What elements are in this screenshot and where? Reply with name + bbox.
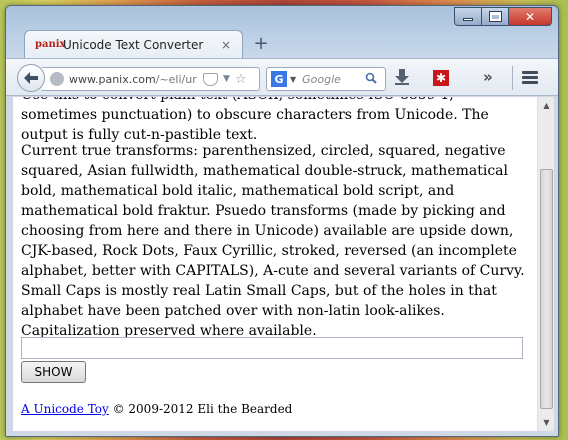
transforms-paragraph: Current true transforms: parenthensized,… [21,143,525,339]
unicode-toy-link[interactable]: A Unicode Toy [21,402,109,416]
hamburger-menu-icon[interactable] [522,71,538,85]
window-controls: ✕ [454,7,552,26]
scroll-down-icon[interactable]: ▼ [538,414,555,431]
google-engine-icon[interactable]: G [271,71,287,87]
close-window-button[interactable]: ✕ [508,7,552,26]
engine-dropdown-icon[interactable]: ▼ [290,75,296,84]
browser-window: ✕ panix Unicode Text Converter × + www.p… [5,5,559,437]
magnifier-icon[interactable] [365,72,381,87]
overflow-chevron-icon[interactable]: » [483,68,493,86]
extension-icon[interactable]: ✱ [433,70,449,86]
minimize-button[interactable] [454,7,482,26]
navigation-toolbar: www.panix.com/~eli/ur ▼ ☆ G ▼ Google ✱ » [6,58,558,96]
footer-copyright: © 2009-2012 Eli the Bearded [108,402,293,416]
back-button[interactable] [17,64,45,92]
tab-title: Unicode Text Converter [63,37,204,52]
maximize-button[interactable] [481,7,509,26]
footer: A Unicode Toy © 2009-2012 Eli the Bearde… [21,399,292,419]
title-bar: ✕ panix Unicode Text Converter × + [6,6,558,58]
url-host: www.panix.com [69,72,156,86]
tab-unicode-text-converter[interactable]: panix Unicode Text Converter × [24,30,243,58]
page-content: Use this to convert plain text (ASCII, s… [13,97,537,431]
maximize-icon [488,11,502,22]
scroll-up-icon[interactable]: ▲ [538,97,555,114]
show-button[interactable]: SHOW [21,361,86,383]
download-icon[interactable] [393,69,411,87]
new-tab-button[interactable]: + [252,33,270,54]
search-bar[interactable]: G ▼ Google [266,67,386,91]
close-icon: ✕ [524,9,536,24]
url-path: /~eli/ur [155,72,197,86]
intro-paragraph: Use this to convert plain text (ASCII, s… [21,97,489,143]
scrollbar-thumb[interactable] [540,169,553,409]
panix-favicon-icon: panix [35,39,66,50]
toolbar-separator [512,66,513,90]
url-text: www.panix.com/~eli/ur [69,73,197,86]
back-arrow-icon [24,72,38,84]
search-input[interactable]: Google [302,73,365,86]
vertical-scrollbar[interactable]: ▲ ▼ [537,97,554,431]
url-dropdown-icon[interactable]: ▼ [223,74,230,84]
text-input[interactable] [21,337,523,359]
tab-close-icon[interactable]: × [218,38,234,52]
pocket-icon[interactable] [203,72,218,86]
minimize-icon [463,18,473,21]
url-bar[interactable]: www.panix.com/~eli/ur ▼ ☆ [42,67,260,91]
bookmark-star-icon[interactable]: ☆ [235,72,247,87]
globe-icon [50,72,64,86]
